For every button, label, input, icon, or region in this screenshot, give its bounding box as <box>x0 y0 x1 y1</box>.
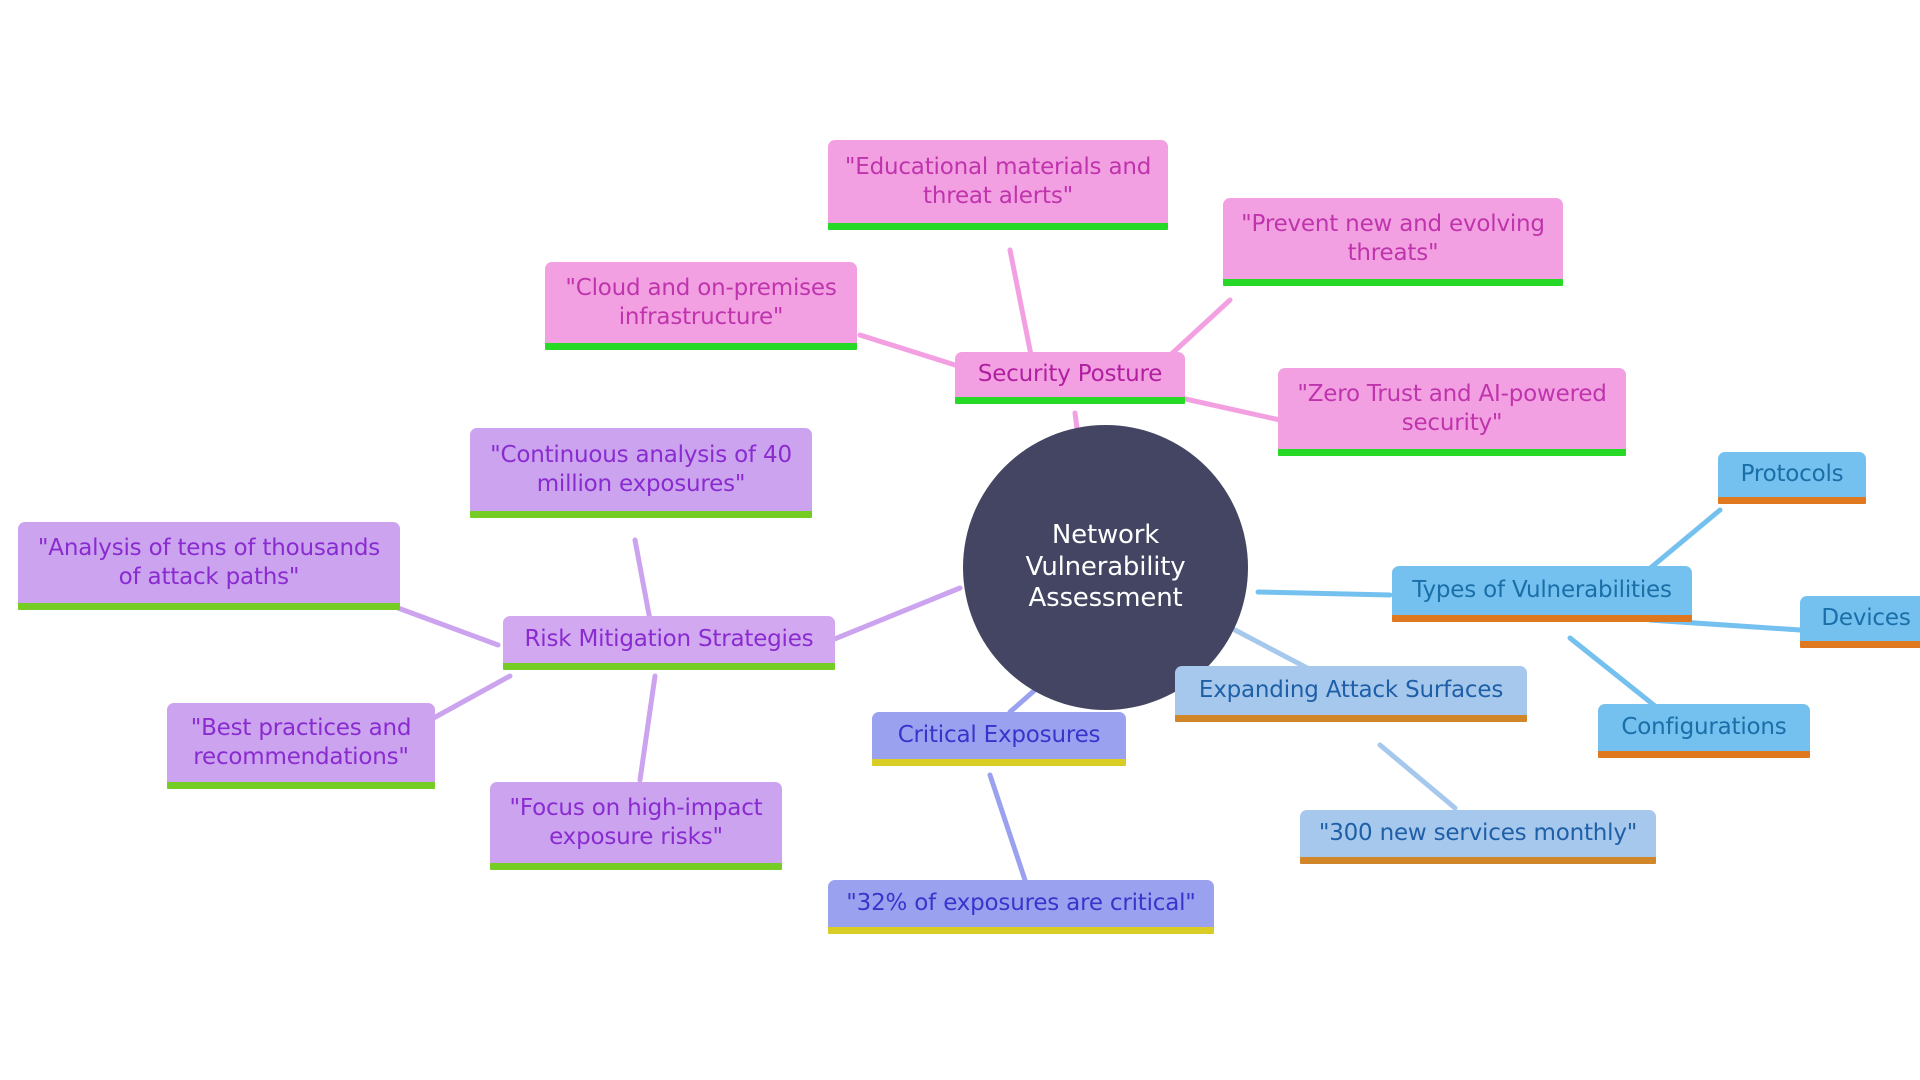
leaf-devices[interactable]: Devices <box>1800 596 1920 648</box>
leaf-exposures-critical-percentage[interactable]: "32% of exposures are critical" <box>828 880 1214 934</box>
leaf-attack-paths-analysis[interactable]: "Analysis of tens of thousands of attack… <box>18 522 400 610</box>
leaf-new-services-monthly[interactable]: "300 new services monthly" <box>1300 810 1656 864</box>
leaf-cloud-on-premises[interactable]: "Cloud and on-premises infrastructure" <box>545 262 857 350</box>
leaf-high-impact-focus[interactable]: "Focus on high-impact exposure risks" <box>490 782 782 870</box>
leaf-protocols[interactable]: Protocols <box>1718 452 1866 504</box>
leaf-zero-trust-ai[interactable]: "Zero Trust and AI-powered security" <box>1278 368 1626 456</box>
branch-security-posture[interactable]: Security Posture <box>955 352 1185 404</box>
mindmap-canvas: Network Vulnerability Assessment Securit… <box>0 0 1920 1080</box>
branch-critical-exposures[interactable]: Critical Exposures <box>872 712 1126 766</box>
leaf-educational-materials[interactable]: "Educational materials and threat alerts… <box>828 140 1168 230</box>
branch-types-of-vulnerabilities[interactable]: Types of Vulnerabilities <box>1392 566 1692 622</box>
branch-risk-mitigation-strategies[interactable]: Risk Mitigation Strategies <box>503 616 835 670</box>
leaf-continuous-analysis[interactable]: "Continuous analysis of 40 million expos… <box>470 428 812 518</box>
branch-expanding-attack-surfaces[interactable]: Expanding Attack Surfaces <box>1175 666 1527 722</box>
leaf-configurations[interactable]: Configurations <box>1598 704 1810 758</box>
leaf-prevent-threats[interactable]: "Prevent new and evolving threats" <box>1223 198 1563 286</box>
leaf-best-practices[interactable]: "Best practices and recommendations" <box>167 703 435 789</box>
